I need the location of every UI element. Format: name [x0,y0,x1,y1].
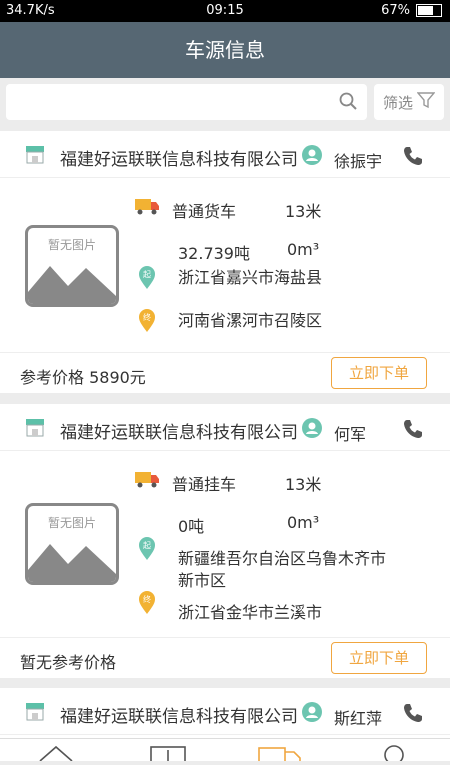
origin-pin-icon: 起 [138,266,156,294]
destination-address: 浙江省金华市兰溪市 [178,603,323,622]
order-button[interactable]: 立即下单 [331,642,427,674]
status-bar: 34.7K/s 09:15 67% [0,0,450,22]
origin-address: 浙江省嘉兴市海盐县 [178,268,323,287]
card-body: 暂无图片 普通货车 13米 32.739吨 0m³ 起 浙江省嘉兴市海盐县 终 … [0,178,450,352]
truck-length: 13米 [285,475,322,494]
page-title: 车源信息 [0,22,450,78]
truck-icon [134,196,160,220]
status-right: 67% [381,3,442,18]
cargo-weight: 0吨 [178,517,205,536]
publish-tab-icon[interactable] [150,745,186,765]
tab-bar [0,738,450,765]
reference-price: 参考价格 5890元 [20,368,146,387]
battery-percent: 67% [381,3,410,18]
search-row: 筛选 [0,78,450,128]
card-footer: 参考价格 5890元 立即下单 [0,352,450,393]
no-image-label: 暂无图片 [47,516,96,530]
destination-address: 河南省漯河市召陵区 [178,311,323,330]
cargo-weight: 32.739吨 [178,244,250,263]
destination-pin-label: 终 [143,594,151,604]
card-header: 福建好运联联信息科技有限公司 斯红萍 [0,688,450,735]
contact-name: 徐振宇 [334,152,383,171]
no-image-label: 暂无图片 [47,238,96,252]
card-body: 暂无图片 普通挂车 13米 0吨 0m³ 起 新疆维吾尔自治区乌鲁木齐市新市区 … [0,451,450,637]
truck-type: 普通货车 [172,202,237,221]
no-image-placeholder: 暂无图片 [25,225,119,307]
no-image-placeholder: 暂无图片 [25,503,119,585]
filter-icon [416,91,436,113]
vehicle-card[interactable]: 福建好运联联信息科技有限公司 何军 暂无图片 普通挂车 13米 0吨 0m³ 起… [0,404,450,678]
phone-icon[interactable] [402,145,424,171]
origin-pin-label: 起 [143,541,151,550]
truck-length: 13米 [285,202,322,221]
vehicle-card[interactable]: 福建好运联联信息科技有限公司 斯红萍 [0,688,450,738]
order-button[interactable]: 立即下单 [331,357,427,389]
phone-icon[interactable] [402,418,424,444]
destination-pin-icon: 终 [138,309,156,337]
card-header: 福建好运联联信息科技有限公司 何军 [0,404,450,451]
origin-pin-label: 起 [143,270,151,279]
destination-pin-label: 终 [143,312,151,322]
vehicle-tab-icon[interactable] [258,745,302,765]
card-header: 福建好运联联信息科技有限公司 徐振宇 [0,131,450,178]
contact-name: 斯红萍 [334,709,383,728]
company-name: 福建好运联联信息科技有限公司 [60,150,298,170]
phone-icon[interactable] [402,702,424,728]
reference-price: 暂无参考价格 [20,653,117,672]
battery-icon [416,4,442,17]
person-icon [302,418,322,442]
person-icon [302,702,322,726]
search-input[interactable] [14,84,338,120]
profile-tab-icon[interactable] [382,743,406,765]
contact-name: 何军 [334,425,367,444]
shop-icon [24,700,46,726]
filter-button[interactable]: 筛选 [374,84,444,120]
truck-type: 普通挂车 [172,475,237,494]
person-icon [302,145,322,169]
search-icon[interactable] [339,92,357,114]
company-name: 福建好运联联信息科技有限公司 [60,423,298,443]
shop-icon [24,416,46,442]
cargo-volume: 0m³ [287,513,320,532]
home-tab-icon[interactable] [38,743,74,765]
vehicle-card[interactable]: 福建好运联联信息科技有限公司 徐振宇 暂无图片 普通货车 13米 32.739吨… [0,131,450,393]
origin-address: 新疆维吾尔自治区乌鲁木齐市新市区 [178,549,387,590]
cargo-volume: 0m³ [287,240,320,259]
filter-label: 筛选 [382,93,413,112]
company-name: 福建好运联联信息科技有限公司 [60,707,298,727]
search-box[interactable] [6,84,367,120]
truck-icon [134,469,160,493]
card-footer: 暂无参考价格 立即下单 [0,637,450,678]
shop-icon [24,143,46,169]
